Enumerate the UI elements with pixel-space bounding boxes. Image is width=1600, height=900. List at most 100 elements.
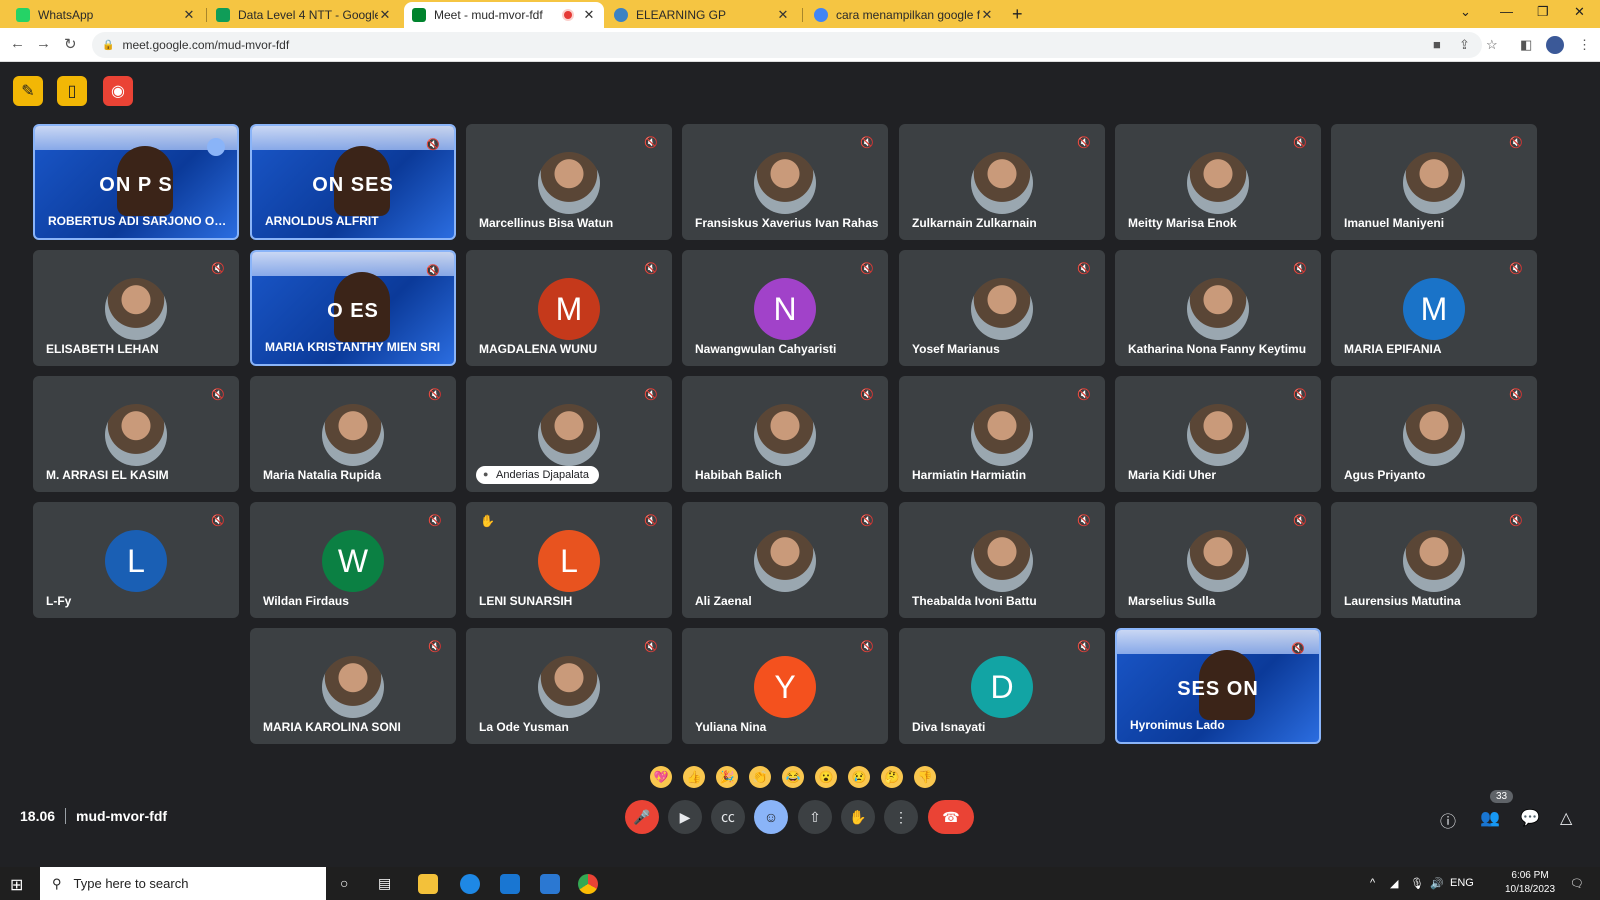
close-icon[interactable]: ✕ bbox=[980, 7, 994, 23]
chrome-icon[interactable] bbox=[578, 874, 598, 894]
reactions-button[interactable]: ☺ bbox=[754, 800, 788, 834]
tab-google-search[interactable]: cara menampilkan google form … ✕ bbox=[806, 2, 1002, 28]
minimize-button[interactable]: — bbox=[1500, 4, 1513, 19]
camera-icon[interactable]: ■ bbox=[1433, 37, 1441, 52]
reaction-emoji[interactable]: 🤔 bbox=[881, 766, 903, 788]
participant-tile[interactable]: 🔇 Laurensius Matutina bbox=[1331, 502, 1537, 618]
volume-icon[interactable]: 🔊 bbox=[1430, 877, 1444, 890]
participant-tile[interactable]: 🔇 Agus Priyanto bbox=[1331, 376, 1537, 492]
reaction-emoji[interactable]: 👎 bbox=[914, 766, 936, 788]
camera-button[interactable]: ▶ bbox=[668, 800, 702, 834]
participant-tile[interactable]: N 🔇 Nawangwulan Cahyaristi bbox=[682, 250, 888, 366]
people-icon[interactable]: 👥 bbox=[1480, 808, 1500, 828]
reload-icon[interactable]: ↻ bbox=[64, 35, 77, 53]
close-icon[interactable]: ✕ bbox=[776, 7, 790, 23]
participant-tile[interactable]: 🔇 Habibah Balich bbox=[682, 376, 888, 492]
reaction-emoji[interactable]: 😂 bbox=[782, 766, 804, 788]
tab-meet[interactable]: Meet - mud-mvor-fdf ✕ bbox=[404, 2, 604, 28]
reaction-emoji[interactable]: 👏 bbox=[749, 766, 771, 788]
avatar bbox=[754, 404, 816, 466]
reaction-emoji[interactable]: 👍 bbox=[683, 766, 705, 788]
raise-hand-button[interactable]: ✋ bbox=[841, 800, 875, 834]
participant-tile[interactable]: ON SES 🔇 ARNOLDUS ALFRIT bbox=[250, 124, 456, 240]
network-icon[interactable]: ◢ bbox=[1390, 877, 1398, 890]
new-tab-button[interactable]: + bbox=[1012, 4, 1023, 25]
side-panel-icon[interactable]: ◧ bbox=[1520, 37, 1532, 53]
participant-tile[interactable]: 🔇 Harmiatin Harmiatin bbox=[899, 376, 1105, 492]
participant-tile[interactable]: 🔇 La Ode Yusman bbox=[466, 628, 672, 744]
mail-icon[interactable] bbox=[500, 874, 520, 894]
participant-tile[interactable]: 🔇 Meitty Marisa Enok bbox=[1115, 124, 1321, 240]
no-presentation-icon[interactable]: ✎ bbox=[13, 76, 43, 106]
close-icon[interactable]: ✕ bbox=[582, 7, 596, 23]
captions-button[interactable]: ㏄ bbox=[711, 800, 745, 834]
participant-tile[interactable]: 🔇 MARIA KAROLINA SONI bbox=[250, 628, 456, 744]
tab-elearning[interactable]: ELEARNING GP ✕ bbox=[606, 2, 798, 28]
participant-tile[interactable]: 🔇 M. ARRASI EL KASIM bbox=[33, 376, 239, 492]
participant-tile[interactable]: SES ON 🔇 Hyronimus Lado bbox=[1115, 628, 1321, 744]
reaction-emoji[interactable]: 😢 bbox=[848, 766, 870, 788]
participant-tile[interactable]: L 🔇 L-Fy bbox=[33, 502, 239, 618]
participant-tile[interactable]: 🔇 Theabalda Ivoni Battu bbox=[899, 502, 1105, 618]
file-explorer-icon[interactable] bbox=[418, 874, 438, 894]
avatar bbox=[1403, 530, 1465, 592]
tab-whatsapp[interactable]: WhatsApp ✕ bbox=[8, 2, 204, 28]
microphone-icon[interactable]: 🎙 bbox=[1410, 877, 1424, 890]
participant-tile[interactable]: 🔇 Katharina Nona Fanny Keytimu bbox=[1115, 250, 1321, 366]
windows-start-icon[interactable]: ⊞ bbox=[10, 875, 23, 895]
leave-call-button[interactable]: ☎ bbox=[928, 800, 974, 834]
reaction-emoji[interactable]: 😮 bbox=[815, 766, 837, 788]
reaction-emoji[interactable]: 💖 bbox=[650, 766, 672, 788]
show-hidden-icons[interactable]: ^ bbox=[1370, 877, 1375, 889]
participant-tile[interactable]: 🔇 Marselius Sulla bbox=[1115, 502, 1321, 618]
taskbar-search-input[interactable]: ⚲ Type here to search bbox=[40, 867, 326, 900]
tab-search-icon[interactable]: ⌄ bbox=[1460, 4, 1471, 20]
more-menu-icon[interactable]: ⋮ bbox=[1578, 37, 1591, 53]
recording-button[interactable]: ◉ bbox=[103, 76, 133, 106]
participant-tile[interactable]: M 🔇 MARIA EPIFANIA bbox=[1331, 250, 1537, 366]
participant-tile[interactable]: 🔇 Ali Zaenal bbox=[682, 502, 888, 618]
chat-icon[interactable]: 💬 bbox=[1520, 808, 1540, 828]
notifications-icon[interactable]: 🗨 bbox=[1570, 877, 1584, 890]
address-bar[interactable]: 🔒 meet.google.com/mud-mvor-fdf bbox=[92, 32, 1482, 58]
share-icon[interactable]: ⇪ bbox=[1459, 37, 1470, 53]
close-window-button[interactable]: ✕ bbox=[1574, 4, 1585, 20]
present-button[interactable]: ⇧ bbox=[798, 800, 832, 834]
reaction-emoji[interactable]: 🎉 bbox=[716, 766, 738, 788]
close-icon[interactable]: ✕ bbox=[182, 7, 196, 23]
participant-tile[interactable]: Y 🔇 Yuliana Nina bbox=[682, 628, 888, 744]
info-icon[interactable]: ⓘ bbox=[1440, 808, 1456, 832]
participant-tile[interactable]: 🔇 Zulkarnain Zulkarnain bbox=[899, 124, 1105, 240]
participant-tile[interactable]: 🔇 Maria Natalia Rupida bbox=[250, 376, 456, 492]
close-icon[interactable]: ✕ bbox=[378, 7, 392, 23]
forward-icon[interactable]: → bbox=[36, 35, 51, 52]
participant-tile[interactable]: M 🔇 MAGDALENA WUNU bbox=[466, 250, 672, 366]
tab-google-sheets[interactable]: Data Level 4 NTT - Google Spre… ✕ bbox=[208, 2, 400, 28]
store-icon[interactable] bbox=[540, 874, 560, 894]
language-indicator[interactable]: ENG bbox=[1450, 877, 1474, 889]
restore-button[interactable]: ❐ bbox=[1537, 4, 1549, 20]
more-options-button[interactable]: ⋮ bbox=[884, 800, 918, 834]
participant-tile[interactable]: 🔇 Anderias Djapalata bbox=[466, 376, 672, 492]
activities-icon[interactable]: △ bbox=[1560, 808, 1572, 828]
bookmark-star-icon[interactable]: ☆ bbox=[1486, 37, 1498, 53]
cortana-icon[interactable]: ○ bbox=[340, 875, 348, 891]
back-icon[interactable]: ← bbox=[10, 35, 25, 52]
clock[interactable]: 6:06 PM 10/18/2023 bbox=[1505, 869, 1555, 897]
activity-icon[interactable]: ▯ bbox=[57, 76, 87, 106]
edge-icon[interactable] bbox=[460, 874, 480, 894]
participant-tile[interactable]: L 🔇 ✋ LENI SUNARSIH bbox=[466, 502, 672, 618]
participant-tile[interactable]: 🔇 ELISABETH LEHAN bbox=[33, 250, 239, 366]
participant-tile[interactable]: O ES 🔇 MARIA KRISTANTHY MIEN SRI bbox=[250, 250, 456, 366]
participant-tile[interactable]: 🔇 Imanuel Maniyeni bbox=[1331, 124, 1537, 240]
participant-tile[interactable]: W 🔇 Wildan Firdaus bbox=[250, 502, 456, 618]
participant-tile[interactable]: 🔇 Marcellinus Bisa Watun bbox=[466, 124, 672, 240]
participant-tile[interactable]: D 🔇 Diva Isnayati bbox=[899, 628, 1105, 744]
participant-tile[interactable]: 🔇 Fransiskus Xaverius Ivan Rahas bbox=[682, 124, 888, 240]
participant-tile[interactable]: ON P S ROBERTUS ADI SARJONO OW... bbox=[33, 124, 239, 240]
mic-muted-button[interactable]: 🎤 bbox=[625, 800, 659, 834]
profile-avatar[interactable] bbox=[1546, 36, 1564, 54]
participant-tile[interactable]: 🔇 Maria Kidi Uher bbox=[1115, 376, 1321, 492]
task-view-icon[interactable]: ▤ bbox=[378, 875, 391, 892]
participant-tile[interactable]: 🔇 Yosef Marianus bbox=[899, 250, 1105, 366]
